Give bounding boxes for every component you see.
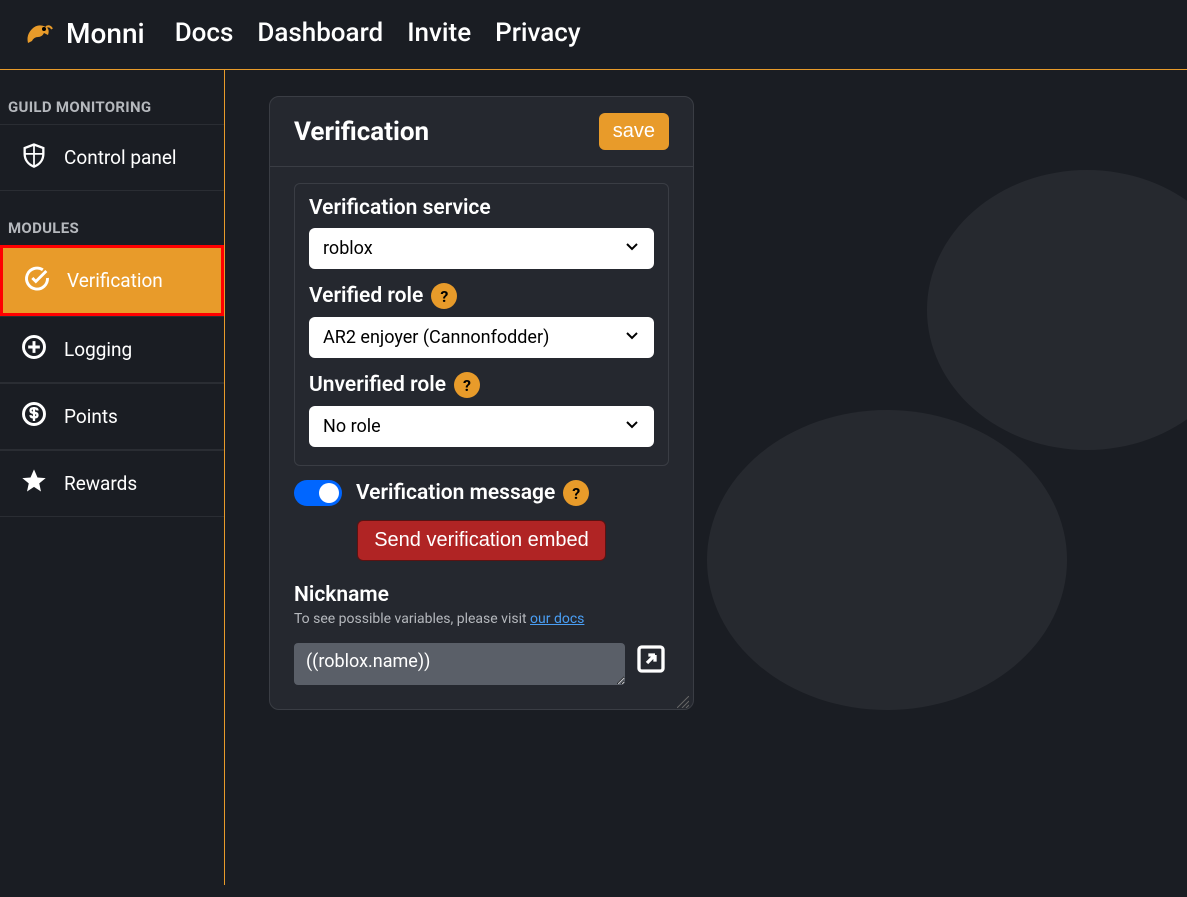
send-verification-embed-button[interactable]: Send verification embed [357,520,606,561]
chevron-down-icon [624,327,640,348]
nav-docs[interactable]: Docs [175,18,234,48]
verification-service-group: Verification service roblox [309,196,654,269]
verified-role-group: Verified role ? AR2 enjoyer (Cannonfodde… [309,283,654,358]
unverified-role-label: Unverified role ? [309,372,654,398]
toggle-knob [319,483,339,503]
nickname-title: Nickname [294,583,669,607]
verification-message-row: Verification message ? [294,480,669,506]
help-icon[interactable]: ? [454,372,480,398]
unverified-role-group: Unverified role ? No role [309,372,654,447]
nickname-input[interactable]: ((roblox.name)) [294,643,625,685]
verification-message-label: Verification message ? [356,480,589,506]
verification-message-toggle[interactable] [294,480,342,506]
sidebar-item-label: Verification [67,269,163,292]
sidebar-section-guild: GUILD MONITORING [0,70,224,124]
expand-icon [635,643,667,679]
star-icon [20,467,48,500]
verified-role-label: Verified role ? [309,283,654,309]
plus-circle-icon [20,333,48,366]
sidebar-item-label: Logging [64,338,132,361]
sidebar-item-label: Rewards [64,472,137,495]
sidebar-item-label: Points [64,405,118,428]
docs-link[interactable]: our docs [530,611,584,627]
nav-links: Docs Dashboard Invite Privacy [175,18,581,48]
help-icon[interactable]: ? [563,480,589,506]
body-wrap: GUILD MONITORING Control panel MODULES V… [0,70,1187,885]
verification-service-label: Verification service [309,196,654,220]
select-value: roblox [323,238,373,259]
nav-privacy[interactable]: Privacy [495,18,580,48]
verification-card: Verification save Verification service r… [269,96,694,710]
select-value: No role [323,416,381,437]
nav-dashboard[interactable]: Dashboard [257,18,383,48]
embed-button-wrap: Send verification embed [294,520,669,561]
main-content: Verification save Verification service r… [225,70,1187,885]
app-title: Monni [66,17,145,50]
sidebar-section-modules: MODULES [0,191,224,245]
dollar-circle-icon [20,400,48,433]
checkmark-circle-icon [23,264,51,297]
docs-note: To see possible variables, please visit … [294,611,669,627]
sidebar-item-label: Control panel [64,146,177,169]
expand-button[interactable] [633,643,669,679]
resize-handle[interactable] [677,693,689,705]
nickname-row: ((roblox.name)) [294,643,669,685]
save-button[interactable]: save [599,113,669,150]
select-value: AR2 enjoyer (Cannonfodder) [323,327,549,348]
card-body: Verification service roblox Verified rol… [270,167,693,709]
logo-icon [20,15,56,51]
card-title: Verification [294,117,429,147]
verification-message-label-text: Verification message [356,481,555,505]
help-icon[interactable]: ? [431,283,457,309]
sidebar-item-rewards[interactable]: Rewards [0,450,224,517]
sidebar: GUILD MONITORING Control panel MODULES V… [0,70,225,885]
chevron-down-icon [624,238,640,259]
sidebar-item-verification[interactable]: Verification [0,245,224,316]
background-decoration [687,110,1187,710]
verified-role-label-text: Verified role [309,284,423,308]
verified-role-select[interactable]: AR2 enjoyer (Cannonfodder) [309,317,654,358]
verification-service-select[interactable]: roblox [309,228,654,269]
top-header: Monni Docs Dashboard Invite Privacy [0,0,1187,70]
shield-icon [20,141,48,174]
nav-invite[interactable]: Invite [407,18,471,48]
card-header: Verification save [270,97,693,167]
sidebar-item-logging[interactable]: Logging [0,316,224,383]
sidebar-item-control-panel[interactable]: Control panel [0,124,224,191]
unverified-role-label-text: Unverified role [309,373,446,397]
sidebar-item-points[interactable]: Points [0,383,224,450]
chevron-down-icon [624,416,640,437]
role-fieldset: Verification service roblox Verified rol… [294,183,669,466]
unverified-role-select[interactable]: No role [309,406,654,447]
docs-note-prefix: To see possible variables, please visit [294,611,530,627]
